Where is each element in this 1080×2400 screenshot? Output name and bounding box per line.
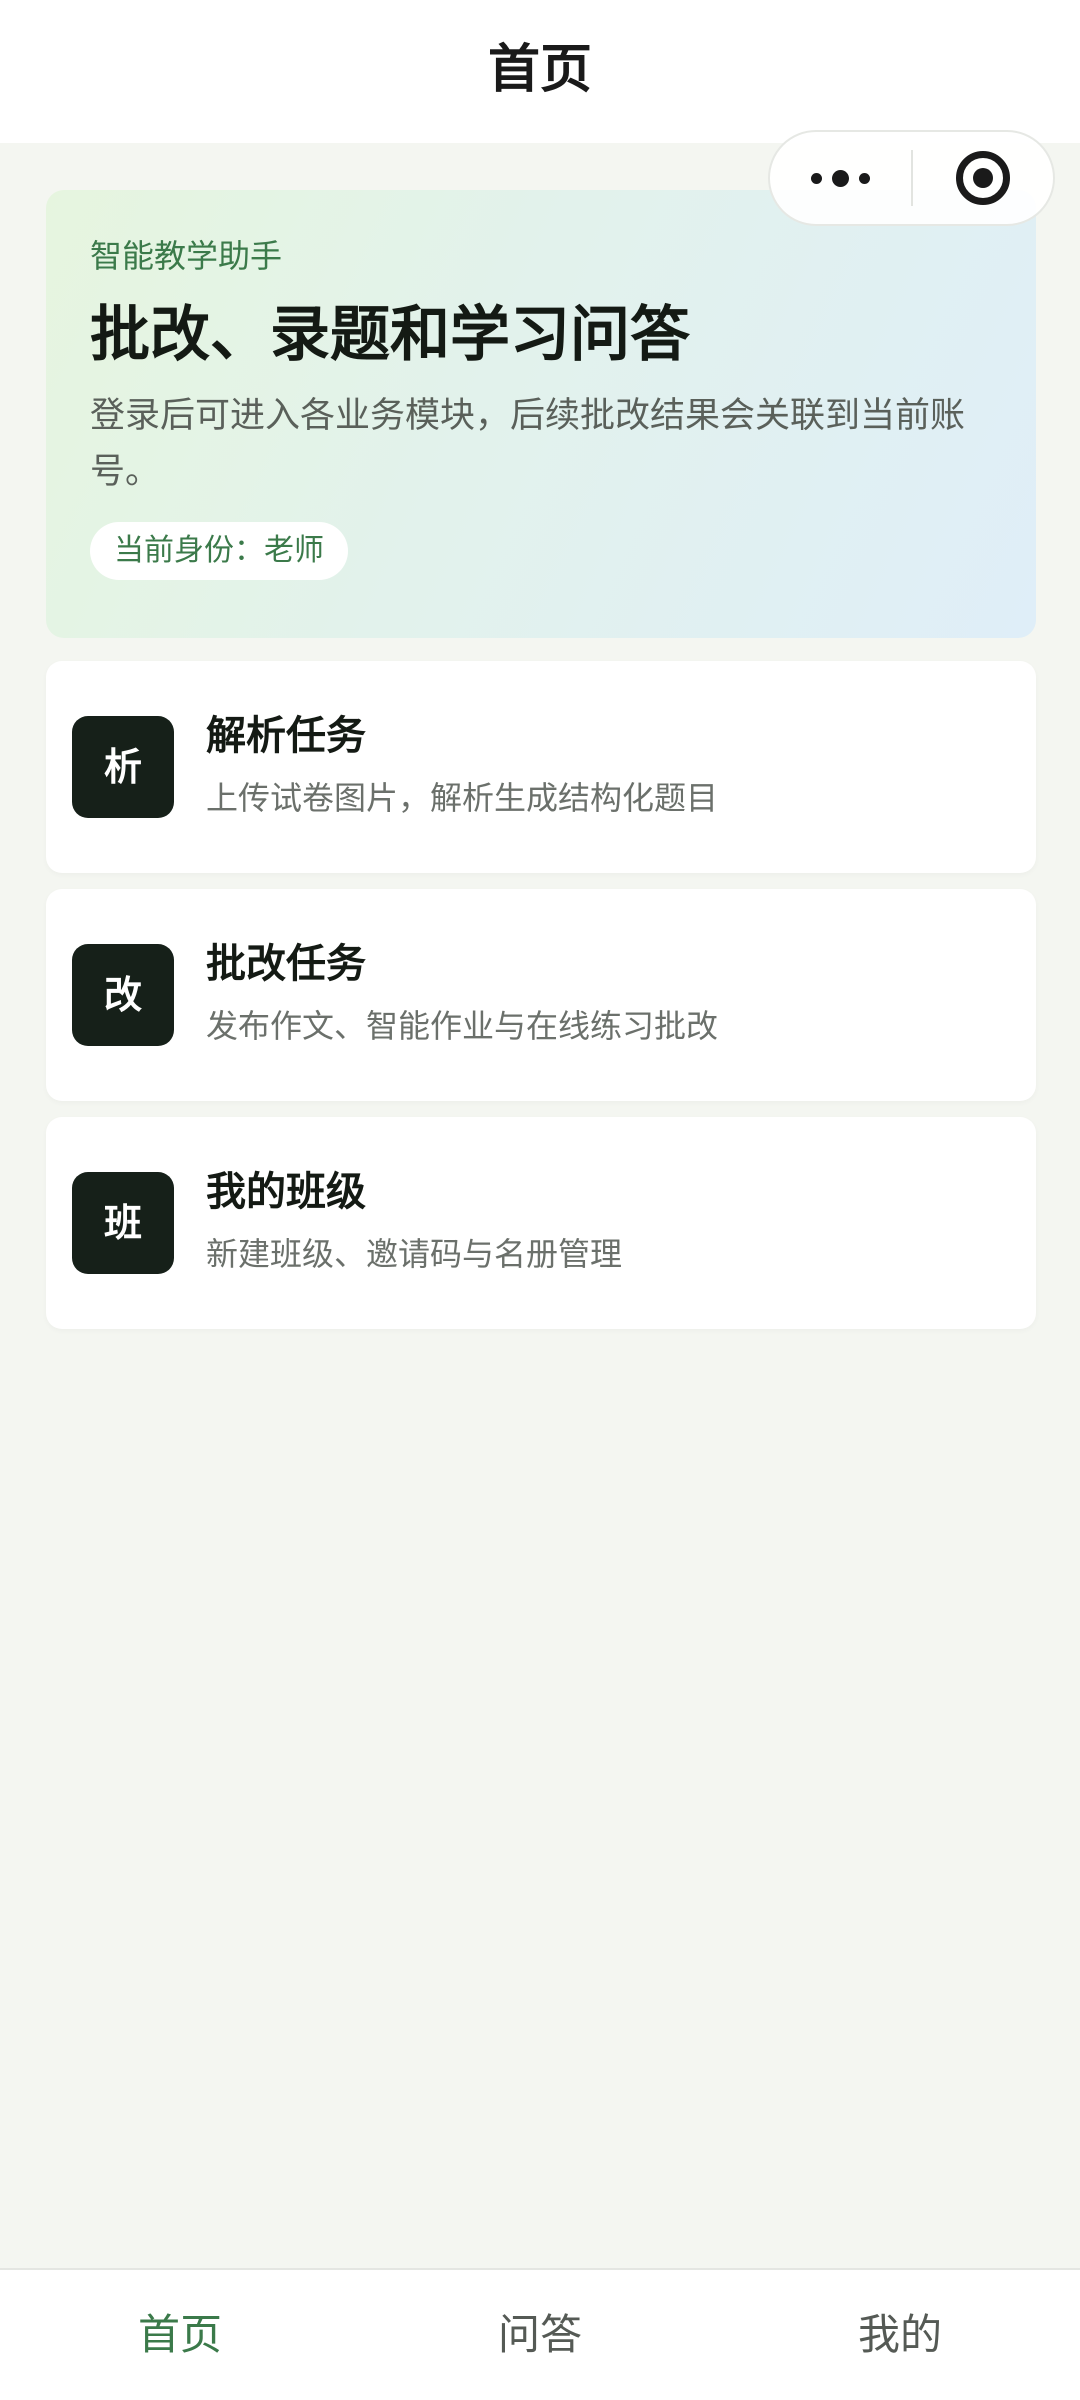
- bottom-tabbar: 首页 问答 我的: [0, 2268, 1080, 2400]
- app-root: 首页 智能教学助手 批改、录题和学习问答 登录后可进入各业务模块，后续批改结果会…: [0, 0, 1080, 2400]
- menu-card-title: 解析任务: [206, 713, 366, 759]
- menu-card-parse-task[interactable]: 析 解析任务 上传试卷图片，解析生成结构化题目: [46, 661, 1036, 873]
- hero-card: 智能教学助手 批改、录题和学习问答 登录后可进入各业务模块，后续批改结果会关联到…: [46, 190, 1036, 638]
- hero-tag: 智能教学助手: [90, 237, 283, 275]
- role-badge: 当前身份：老师: [90, 522, 348, 580]
- my-class-icon: 班: [72, 1172, 174, 1274]
- menu-card-grading-task[interactable]: 改 批改任务 发布作文、智能作业与在线练习批改: [46, 889, 1036, 1101]
- grading-task-icon: 改: [72, 944, 174, 1046]
- menu-card-title: 批改任务: [206, 941, 366, 987]
- page-title: 首页: [487, 40, 592, 100]
- tab-qa[interactable]: 问答: [360, 2270, 720, 2400]
- menu-card-desc: 新建班级、邀请码与名册管理: [206, 1235, 623, 1273]
- top-navbar: 首页: [0, 0, 1080, 143]
- close-button[interactable]: [913, 130, 1053, 226]
- target-close-icon: [955, 151, 1010, 205]
- tab-home[interactable]: 首页: [0, 2270, 360, 2400]
- hero-title: 批改、录题和学习问答: [90, 300, 690, 370]
- menu-card-desc: 上传试卷图片，解析生成结构化题目: [206, 779, 719, 817]
- menu-card-desc: 发布作文、智能作业与在线练习批改: [206, 1007, 719, 1045]
- parse-task-icon: 析: [72, 716, 174, 818]
- hero-description: 登录后可进入各业务模块，后续批改结果会关联到当前账号。: [90, 396, 966, 492]
- target-close-icon-center: [972, 168, 993, 188]
- more-dots-icon-center: [832, 169, 849, 187]
- more-dots-icon-right: [859, 172, 870, 184]
- more-button[interactable]: [770, 130, 911, 226]
- tab-mine[interactable]: 我的: [720, 2270, 1080, 2400]
- mini-program-capsule: [768, 130, 1055, 226]
- more-dots-icon: [811, 172, 822, 184]
- menu-card-my-class[interactable]: 班 我的班级 新建班级、邀请码与名册管理: [46, 1117, 1036, 1329]
- menu-card-title: 我的班级: [206, 1169, 366, 1215]
